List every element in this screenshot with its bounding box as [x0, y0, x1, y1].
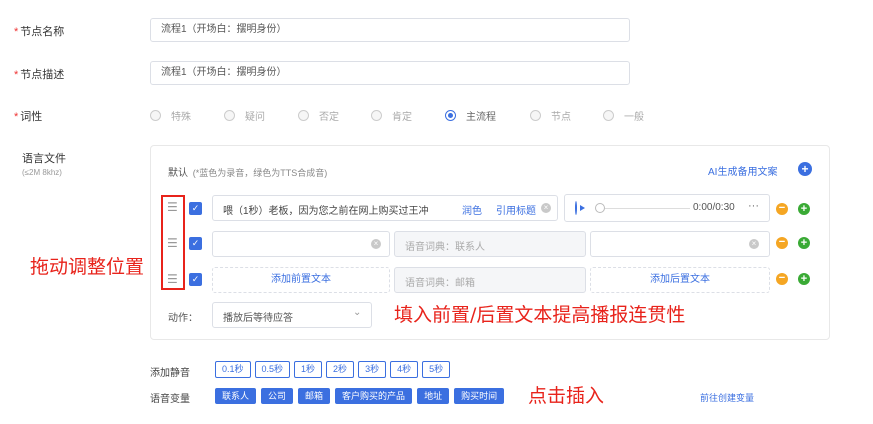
- node-desc-label: * 节点描述: [14, 69, 65, 81]
- default-hint: (*蓝色为录音，绿色为TTS合成音): [192, 168, 328, 178]
- quote-title-link[interactable]: 引用标题: [496, 202, 536, 217]
- add-circle-icon[interactable]: +: [798, 162, 812, 176]
- row2-add-icon[interactable]: +: [798, 237, 810, 249]
- pos-radio-positive[interactable]: 肯定: [371, 108, 412, 123]
- silence-btn[interactable]: 3秒: [358, 361, 387, 378]
- pos-radio-general[interactable]: 一般: [603, 108, 644, 123]
- row2-dict-field[interactable]: 语音词典：联系人: [394, 231, 586, 257]
- row3-checkbox[interactable]: ✓: [189, 273, 202, 286]
- silence-btn[interactable]: 2秒: [326, 361, 355, 378]
- annotation-drag: 拖动调整位置: [30, 256, 145, 278]
- create-variable-link[interactable]: 前往创建变量: [700, 391, 754, 404]
- variable-btn[interactable]: 公司: [261, 388, 294, 404]
- node-name-input[interactable]: 流程1（开场白：摆明身份）: [150, 18, 630, 42]
- progress-knob[interactable]: [595, 203, 605, 213]
- row1-text-field[interactable]: 喂（1秒）老板，因为您之前在网上购买过王冲 润色 引用标题 ×: [212, 195, 558, 221]
- row2-suffix-field[interactable]: ×: [590, 231, 770, 257]
- row1-remove-icon[interactable]: −: [776, 203, 788, 215]
- pos-radio-question[interactable]: 疑问: [224, 108, 265, 123]
- ai-generate-link[interactable]: AI生成备用文案: [708, 163, 777, 178]
- silence-btn[interactable]: 5秒: [422, 361, 451, 378]
- variable-btn[interactable]: 客户购买的产品: [335, 388, 413, 404]
- node-desc-input[interactable]: 流程1（开场白：摆明身份）: [150, 61, 630, 85]
- annotation-fill: 填入前置/后置文本提高播报连贯性: [394, 304, 686, 326]
- pos-radio-main[interactable]: 主流程: [445, 108, 496, 123]
- pos-label: * 词性: [14, 111, 43, 123]
- audio-hint: (≤2M 8khz): [22, 168, 62, 177]
- variable-buttons: 联系人 公司 邮箱 客户购买的产品 地址 购买时间: [215, 388, 505, 404]
- node-name-label: * 节点名称: [14, 26, 65, 38]
- audio-label: 语言文件: [22, 153, 66, 165]
- pos-radio-node[interactable]: 节点: [530, 108, 571, 123]
- drag-handle-icon[interactable]: ☰: [167, 201, 178, 213]
- action-value: 播放后等待应答: [223, 313, 293, 324]
- action-select[interactable]: 播放后等待应答 ⌄: [212, 302, 372, 328]
- pos-radio-negative[interactable]: 否定: [298, 108, 339, 123]
- pos-radio-special[interactable]: 特殊: [150, 108, 191, 123]
- default-label: 默认: [168, 168, 188, 179]
- silence-btn[interactable]: 0.1秒: [215, 361, 251, 378]
- silence-label: 添加静音: [150, 368, 190, 379]
- row3-dict-placeholder: 语音词典：邮箱: [405, 278, 475, 289]
- clear-icon[interactable]: ×: [749, 239, 759, 249]
- row3-add-icon[interactable]: +: [798, 273, 810, 285]
- row3-remove-icon[interactable]: −: [776, 273, 788, 285]
- annotation-click: 点击插入: [528, 385, 605, 407]
- drag-handle-icon[interactable]: ☰: [167, 273, 178, 285]
- row3-dict-field[interactable]: 语音词典：邮箱: [394, 267, 586, 293]
- row2-dict-placeholder: 语音词典：联系人: [405, 242, 485, 253]
- chevron-down-icon: ⌄: [353, 307, 362, 318]
- default-row: 默认 (*蓝色为录音，绿色为TTS合成音): [168, 164, 327, 179]
- silence-buttons: 0.1秒 0.5秒 1秒 2秒 3秒 4秒 5秒: [215, 361, 451, 378]
- row2-checkbox[interactable]: ✓: [189, 237, 202, 250]
- row1-text: 喂（1秒）老板，因为您之前在网上购买过王冲: [223, 206, 429, 217]
- more-icon[interactable]: ···: [748, 200, 759, 212]
- polish-link[interactable]: 润色: [462, 202, 482, 217]
- action-label: 动作：: [168, 313, 198, 324]
- clear-icon[interactable]: ×: [371, 239, 381, 249]
- add-suffix-button[interactable]: 添加后置文本: [590, 267, 770, 293]
- silence-btn[interactable]: 1秒: [294, 361, 323, 378]
- row2-remove-icon[interactable]: −: [776, 237, 788, 249]
- variable-btn[interactable]: 邮箱: [298, 388, 331, 404]
- progress-track: [605, 208, 690, 209]
- audio-time: 0:00/0:30: [693, 202, 735, 213]
- row2-prefix-field[interactable]: ×: [212, 231, 390, 257]
- silence-btn[interactable]: 4秒: [390, 361, 419, 378]
- silence-btn[interactable]: 0.5秒: [254, 361, 291, 378]
- variables-label: 语音变量: [150, 394, 190, 405]
- add-prefix-button[interactable]: 添加前置文本: [212, 267, 390, 293]
- variable-btn[interactable]: 地址: [417, 388, 450, 404]
- clear-icon[interactable]: ×: [541, 203, 551, 213]
- play-icon[interactable]: [575, 201, 577, 215]
- variable-btn[interactable]: 购买时间: [454, 388, 505, 404]
- row1-add-icon[interactable]: +: [798, 203, 810, 215]
- row1-checkbox[interactable]: ✓: [189, 202, 202, 215]
- audio-player: 0:00/0:30 ···: [564, 194, 770, 222]
- variable-btn[interactable]: 联系人: [215, 388, 257, 404]
- drag-handle-icon[interactable]: ☰: [167, 237, 178, 249]
